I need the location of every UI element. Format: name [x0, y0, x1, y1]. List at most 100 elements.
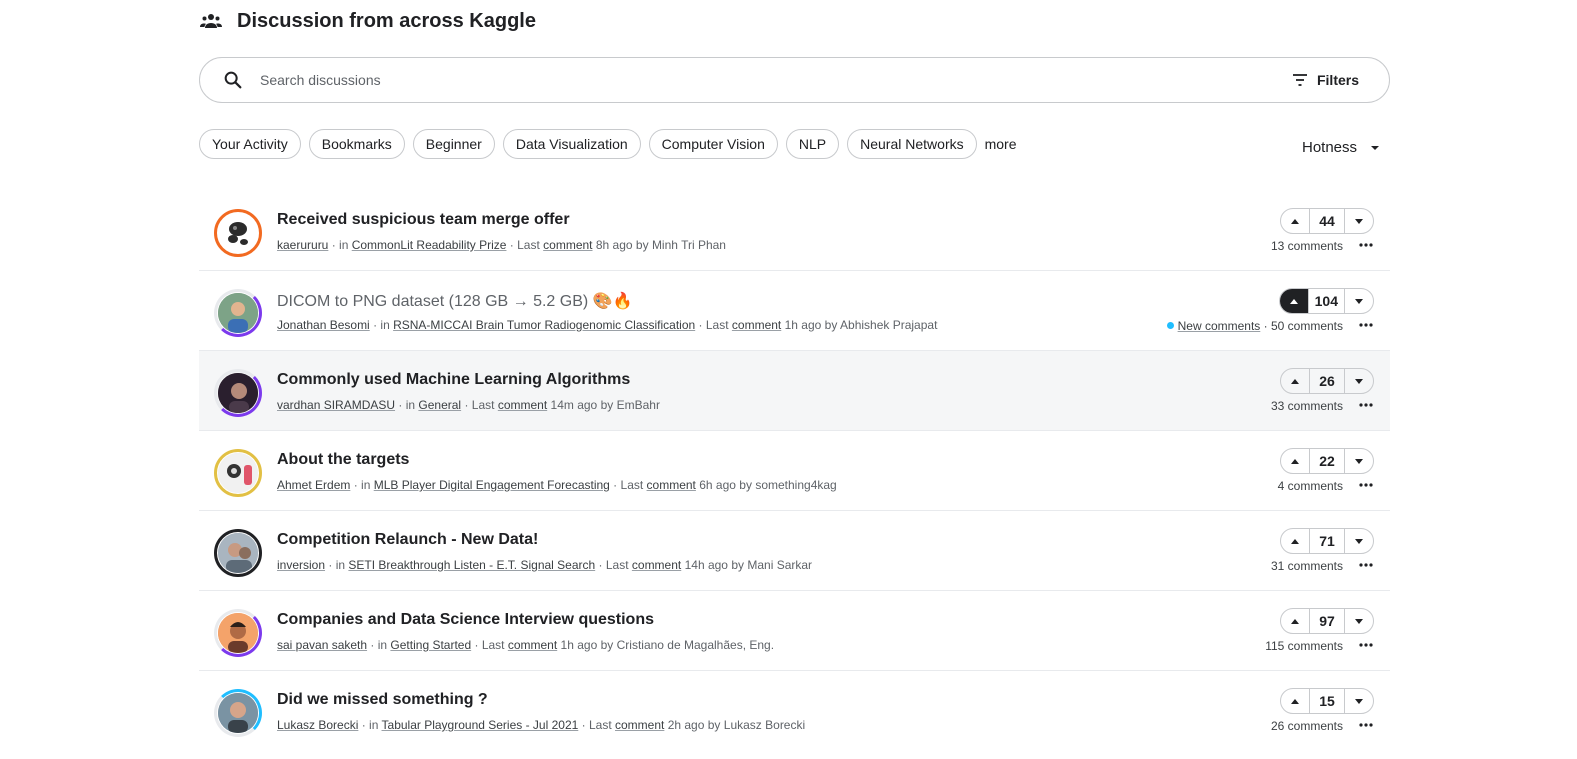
- avatar[interactable]: [214, 209, 262, 257]
- upvote-button[interactable]: [1281, 529, 1310, 553]
- more-options-icon[interactable]: [1358, 638, 1374, 652]
- vote-count: 97: [1319, 613, 1335, 629]
- discussion-title[interactable]: Did we missed something ?: [277, 691, 488, 709]
- upvote-icon: [1291, 459, 1299, 464]
- new-comments-dot: [1166, 322, 1174, 329]
- downvote-icon: [1355, 619, 1363, 624]
- more-options-icon[interactable]: [1358, 318, 1374, 332]
- chips-more-link[interactable]: more: [985, 136, 1017, 152]
- avatar[interactable]: [214, 449, 262, 497]
- downvote-button[interactable]: [1344, 609, 1373, 633]
- upvote-button[interactable]: [1281, 609, 1310, 633]
- search-input[interactable]: [258, 71, 1291, 89]
- discussion-title[interactable]: Companies and Data Science Interview que…: [277, 611, 654, 629]
- discussion-title[interactable]: Competition Relaunch - New Data!: [277, 531, 538, 549]
- downvote-icon: [1355, 379, 1363, 384]
- discussion-row[interactable]: Did we missed something ? Lukasz Borecki…: [199, 671, 1390, 751]
- discussion-row[interactable]: Competition Relaunch - New Data! inversi…: [199, 511, 1390, 591]
- last-comment-link[interactable]: comment: [632, 558, 681, 572]
- more-options-icon[interactable]: [1358, 718, 1374, 732]
- forum-link[interactable]: Tabular Playground Series - Jul 2021: [382, 718, 579, 732]
- author-link[interactable]: Lukasz Borecki: [277, 718, 358, 732]
- author-link[interactable]: Ahmet Erdem: [277, 478, 350, 492]
- last-comment-link[interactable]: comment: [508, 638, 557, 652]
- discussion-meta: kaerururu · in CommonLit Readability Pri…: [277, 238, 726, 252]
- last-comment-link[interactable]: comment: [543, 238, 592, 252]
- forum-link[interactable]: MLB Player Digital Engagement Forecastin…: [374, 478, 610, 492]
- last-comment-link[interactable]: comment: [732, 318, 781, 332]
- avatar-image: [218, 693, 258, 733]
- page-title: Discussion from across Kaggle: [237, 9, 536, 32]
- discussion-row[interactable]: About the targets Ahmet Erdem · in MLB P…: [199, 431, 1390, 511]
- upvote-button[interactable]: [1281, 369, 1310, 393]
- upvote-button[interactable]: [1281, 449, 1310, 473]
- discussion-row[interactable]: Received suspicious team merge offer kae…: [199, 191, 1390, 271]
- last-comment-link[interactable]: comment: [647, 478, 696, 492]
- vote-control: 71: [1280, 528, 1374, 554]
- author-link[interactable]: Jonathan Besomi: [277, 318, 370, 332]
- comment-count: 33 comments: [1270, 399, 1343, 413]
- discussion-row[interactable]: Commonly used Machine Learning Algorithm…: [199, 351, 1390, 431]
- vote-control: 26: [1280, 368, 1374, 394]
- more-options-icon[interactable]: [1358, 558, 1374, 572]
- more-options-icon[interactable]: [1358, 238, 1374, 252]
- downvote-button[interactable]: [1344, 369, 1373, 393]
- chip-neural-networks[interactable]: Neural Networks: [847, 129, 977, 159]
- upvote-button[interactable]: [1279, 289, 1309, 313]
- chip-your-activity[interactable]: Your Activity: [199, 129, 301, 159]
- forum-link[interactable]: RSNA-MICCAI Brain Tumor Radiogenomic Cla…: [393, 318, 695, 332]
- discussion-row[interactable]: Companies and Data Science Interview que…: [199, 591, 1390, 671]
- search-icon: [224, 71, 242, 89]
- discussion-meta: Jonathan Besomi · in RSNA-MICCAI Brain T…: [277, 318, 938, 332]
- more-options-icon[interactable]: [1358, 398, 1374, 412]
- discussion-title[interactable]: About the targets: [277, 451, 409, 469]
- author-link[interactable]: vardhan SIRAMDASU: [277, 398, 395, 412]
- downvote-button[interactable]: [1344, 289, 1373, 313]
- avatar-image: [218, 293, 258, 333]
- chip-data-visualization[interactable]: Data Visualization: [502, 129, 641, 159]
- avatar[interactable]: [214, 689, 262, 737]
- discussion-list: Received suspicious team merge offer kae…: [199, 191, 1390, 751]
- forum-link[interactable]: General: [418, 398, 461, 412]
- downvote-button[interactable]: [1344, 209, 1373, 233]
- upvote-button[interactable]: [1281, 689, 1310, 713]
- chip-bookmarks[interactable]: Bookmarks: [308, 129, 405, 159]
- avatar[interactable]: [214, 529, 262, 577]
- new-comments-link[interactable]: New comments: [1178, 319, 1261, 333]
- people-icon: [200, 14, 222, 28]
- discussion-title[interactable]: Commonly used Machine Learning Algorithm…: [277, 371, 630, 389]
- downvote-icon: [1355, 699, 1363, 704]
- avatar[interactable]: [214, 369, 262, 417]
- filters-button[interactable]: Filters: [1291, 71, 1359, 89]
- author-link[interactable]: kaerururu: [277, 238, 328, 252]
- vote-control: 44: [1280, 208, 1374, 234]
- chip-beginner[interactable]: Beginner: [412, 129, 495, 159]
- avatar[interactable]: [214, 609, 262, 657]
- forum-link[interactable]: Getting Started: [390, 638, 471, 652]
- comment-count: New comments · 50 comments: [1166, 319, 1343, 333]
- forum-link[interactable]: SETI Breakthrough Listen - E.T. Signal S…: [348, 558, 595, 572]
- discussion-meta: sai pavan saketh · in Getting Started · …: [277, 638, 775, 652]
- upvote-button[interactable]: [1281, 209, 1310, 233]
- author-link[interactable]: sai pavan saketh: [277, 638, 367, 652]
- filter-icon: [1292, 74, 1307, 86]
- downvote-button[interactable]: [1344, 529, 1373, 553]
- upvote-icon: [1291, 539, 1299, 544]
- sort-dropdown[interactable]: Hotness: [1302, 139, 1381, 156]
- forum-link[interactable]: CommonLit Readability Prize: [352, 238, 507, 252]
- downvote-button[interactable]: [1344, 689, 1373, 713]
- downvote-button[interactable]: [1344, 449, 1373, 473]
- chip-computer-vision[interactable]: Computer Vision: [648, 129, 778, 159]
- last-comment-link[interactable]: comment: [615, 718, 664, 732]
- upvote-icon: [1291, 619, 1299, 624]
- discussion-title[interactable]: DICOM to PNG dataset (128 GB → 5.2 GB) 🎨…: [277, 291, 633, 311]
- vote-control: 15: [1280, 688, 1374, 714]
- discussion-title[interactable]: Received suspicious team merge offer: [277, 211, 570, 229]
- last-comment-link[interactable]: comment: [498, 398, 547, 412]
- author-link[interactable]: inversion: [277, 558, 325, 572]
- chip-nlp[interactable]: NLP: [785, 129, 840, 159]
- more-options-icon[interactable]: [1358, 478, 1374, 492]
- upvote-icon: [1291, 219, 1299, 224]
- avatar[interactable]: [214, 289, 262, 337]
- discussion-row[interactable]: DICOM to PNG dataset (128 GB → 5.2 GB) 🎨…: [199, 271, 1390, 351]
